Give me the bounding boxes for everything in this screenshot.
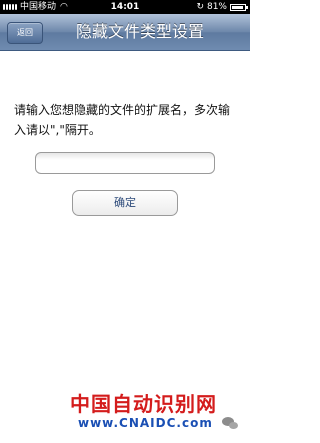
instruction-text: 请输入您想隐藏的文件的扩展名，多次输入请以","隔开。 [14, 103, 231, 137]
watermark-name: 中国自动识别网 [70, 392, 217, 416]
status-bar: 中国移动 ◠ 14:01 ↻ 81% [0, 0, 250, 14]
status-right: ↻ 81% [196, 0, 248, 14]
nav-bar: 返回 隐藏文件类型设置 [0, 14, 250, 51]
wechat-icon [222, 417, 238, 429]
page-title: 隐藏文件类型设置 [75, 22, 204, 41]
extension-input[interactable] [35, 152, 215, 174]
watermark: 中国自动识别网 www.CNAIDC.com [70, 393, 250, 431]
battery-percent: 81% [206, 2, 227, 12]
lock-rotation-icon: ↻ [196, 2, 204, 12]
confirm-button[interactable]: 确定 [72, 190, 178, 216]
back-button[interactable]: 返回 [7, 22, 43, 44]
battery-icon [230, 3, 248, 11]
